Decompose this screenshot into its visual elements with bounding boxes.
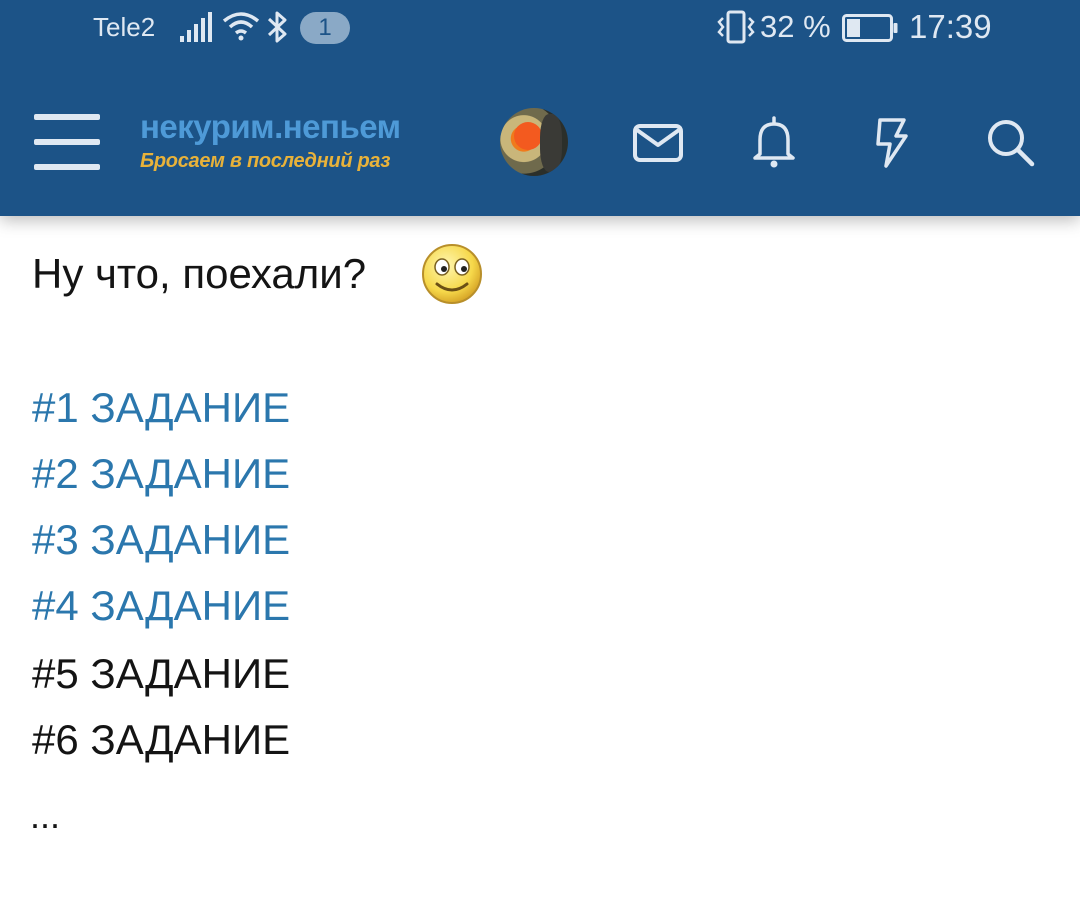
task-link-2[interactable]: #2 ЗАДАНИЕ [32,448,290,500]
wifi-icon [222,12,260,41]
status-bar: Tele2 1 32 % 17:39 [0,0,1080,56]
task-link-3[interactable]: #3 ЗАДАНИЕ [32,514,290,566]
signal-icon [180,12,212,42]
post-content: Ну что, поехали? #1 ЗАДАНИЕ #2 ЗАДАНИЕ #… [0,216,1080,904]
carrier-name: Tele2 [93,12,156,42]
battery-icon [842,14,898,42]
avatar-hair [540,114,562,172]
task-link-4[interactable]: #4 ЗАДАНИЕ [32,580,290,632]
logo-subtitle: Бросаем в последний раз [140,150,391,172]
task-6: #6 ЗАДАНИЕ [32,716,291,763]
search-icon[interactable] [982,114,1038,170]
task-5: #5 ЗАДАНИЕ [32,650,291,697]
site-logo[interactable]: некурим.непьем Бросаем в последний раз [140,108,440,178]
notification-count-badge: 1 [300,12,350,44]
top-app-bar: Tele2 1 32 % 17:39 некурим.непьем Бросае… [0,0,1080,216]
battery-percent: 32 % [760,9,831,44]
intro-text: Ну что, поехали? [32,250,367,297]
avatar[interactable] [500,108,568,176]
lightning-icon[interactable] [864,114,920,170]
smiley-icon [422,244,482,304]
bell-icon[interactable] [746,114,802,170]
task-link-1[interactable]: #1 ЗАДАНИЕ [32,382,290,434]
logo-title: некурим.непьем [140,108,401,145]
menu-icon[interactable] [34,112,100,172]
avatar-face [514,122,542,150]
ellipsis: ... [30,795,61,836]
bluetooth-icon [267,11,287,43]
envelope-icon[interactable] [630,114,686,170]
clock: 17:39 [909,8,992,45]
vibrate-icon [717,10,755,44]
